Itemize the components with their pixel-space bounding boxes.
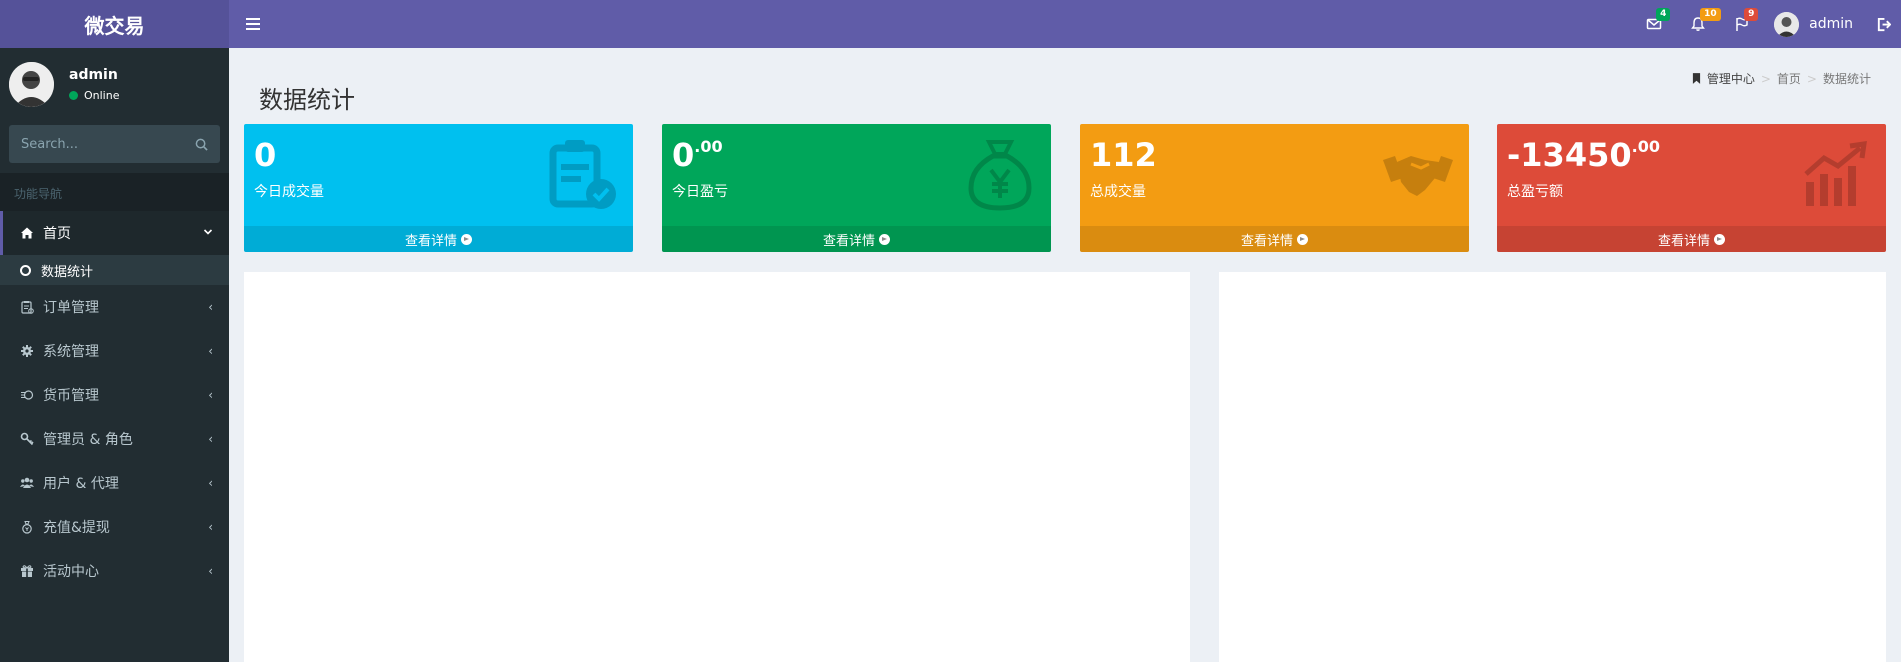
user-avatar — [1774, 11, 1800, 37]
messages-badge: 4 — [1656, 8, 1671, 21]
notifications-button[interactable]: 10 — [1676, 0, 1721, 48]
user-panel: admin Online — [0, 48, 229, 120]
online-dot-icon — [69, 90, 78, 100]
arrow-circle-right-icon — [1297, 233, 1308, 245]
arrow-circle-right-icon — [1714, 233, 1725, 245]
chevron-left-icon: ‹ — [208, 432, 213, 446]
sidebar-item-label: 管理员 & 角色 — [43, 432, 133, 448]
chevron-down-icon — [203, 226, 213, 240]
money-bag-icon — [19, 519, 35, 535]
sidebar-username: admin — [69, 66, 118, 83]
sidebar-avatar — [9, 61, 54, 107]
chevron-left-icon: ‹ — [208, 300, 213, 314]
stat-more-info-link[interactable]: 查看详情 — [1497, 226, 1886, 252]
clipboard-check-icon — [549, 140, 616, 209]
clipboard-icon — [19, 299, 35, 315]
header-username: admin — [1809, 16, 1853, 32]
page-title: 数据统计 — [259, 86, 355, 114]
gear-icon — [19, 343, 35, 359]
sidebar-item-currency[interactable]: 货币管理 ‹ — [0, 373, 229, 417]
stat-more-info-link[interactable]: 查看详情 — [662, 226, 1051, 252]
search-icon[interactable] — [195, 138, 208, 151]
sidebar-item-recharge[interactable]: 充值&提现 ‹ — [0, 505, 229, 549]
key-icon — [19, 431, 35, 447]
stat-more-info-link[interactable]: 查看详情 — [1080, 226, 1469, 252]
users-icon — [19, 475, 35, 491]
home-icon — [19, 225, 35, 241]
chevron-left-icon: ‹ — [208, 388, 213, 402]
breadcrumb: 管理中心 > 首页 > 数据统计 — [1692, 70, 1871, 87]
money-bag-icon — [968, 140, 1032, 211]
sidebar-item-users[interactable]: 用户 & 代理 ‹ — [0, 461, 229, 505]
sidebar-subitem-label: 数据统计 — [41, 264, 94, 280]
chart-up-icon — [1804, 141, 1867, 206]
circle-icon — [20, 264, 31, 276]
stat-more-info-link[interactable]: 查看详情 — [244, 226, 633, 252]
breadcrumb-current: 数据统计 — [1822, 72, 1871, 86]
app-logo[interactable]: 微交易 — [0, 0, 229, 48]
breadcrumb-separator: > — [1760, 71, 1771, 86]
chart-panel-right — [1219, 272, 1886, 662]
search-input[interactable] — [21, 136, 195, 152]
sidebar-subitem-stats[interactable]: 数据统计 — [0, 255, 229, 285]
sidebar-item-label: 订单管理 — [43, 300, 99, 316]
logout-button[interactable] — [1865, 0, 1901, 48]
sidebar-item-label: 充值&提现 — [43, 520, 110, 536]
chevron-left-icon: ‹ — [208, 344, 213, 358]
chart-panel-left — [244, 272, 1190, 662]
stat-box-total-profit: -13450.00 总盈亏额 查看详情 — [1497, 124, 1886, 252]
sidebar-item-system[interactable]: 系统管理 ‹ — [0, 329, 229, 373]
top-navbar: 4 10 9 admin — [229, 0, 1901, 48]
nav-section-header: 功能导航 — [0, 173, 229, 211]
sidebar-item-label: 用户 & 代理 — [43, 476, 119, 492]
messages-button[interactable]: 4 — [1632, 0, 1676, 48]
sidebar-item-label: 货币管理 — [43, 388, 99, 404]
user-menu[interactable]: admin — [1764, 0, 1865, 48]
handshake-icon — [1383, 156, 1453, 196]
chevron-left-icon: ‹ — [208, 564, 213, 578]
stat-boxes: 0 今日成交量 查看详情 0.00 今日盈亏 查看详情 112 总成交量 查看详… — [244, 124, 1886, 252]
tasks-badge: 9 — [1744, 8, 1759, 21]
stat-box-today-volume: 0 今日成交量 查看详情 — [244, 124, 633, 252]
currency-icon — [19, 387, 35, 403]
sign-out-icon — [1877, 17, 1891, 31]
breadcrumb-separator: > — [1806, 71, 1817, 86]
breadcrumb-home[interactable]: 首页 — [1777, 70, 1801, 87]
sidebar: admin Online 功能导航 首页 数据统计 订单管理 ‹ 系统管理 ‹ … — [0, 48, 229, 662]
sidebar-item-activities[interactable]: 活动中心 ‹ — [0, 549, 229, 593]
arrow-circle-right-icon — [461, 233, 472, 245]
notifications-badge: 10 — [1700, 8, 1721, 21]
sidebar-item-orders[interactable]: 订单管理 ‹ — [0, 285, 229, 329]
chevron-left-icon: ‹ — [208, 520, 213, 534]
sidebar-item-label: 首页 — [43, 226, 71, 242]
arrow-circle-right-icon — [879, 233, 890, 245]
user-status: Online — [69, 89, 119, 102]
sidebar-toggle-button[interactable] — [233, 0, 273, 48]
gift-icon — [19, 563, 35, 579]
stat-box-today-profit: 0.00 今日盈亏 查看详情 — [662, 124, 1051, 252]
sidebar-item-admins[interactable]: 管理员 & 角色 ‹ — [0, 417, 229, 461]
sidebar-search — [9, 125, 220, 163]
tasks-button[interactable]: 9 — [1720, 0, 1764, 48]
stat-box-total-volume: 112 总成交量 查看详情 — [1080, 124, 1469, 252]
hamburger-icon — [246, 18, 260, 30]
sidebar-item-label: 系统管理 — [43, 344, 99, 360]
chevron-left-icon: ‹ — [208, 476, 213, 490]
bookmark-icon — [1692, 73, 1700, 84]
sidebar-item-home[interactable]: 首页 — [0, 211, 229, 255]
breadcrumb-admin-center[interactable]: 管理中心 — [1707, 70, 1755, 87]
sidebar-item-label: 活动中心 — [43, 564, 99, 580]
